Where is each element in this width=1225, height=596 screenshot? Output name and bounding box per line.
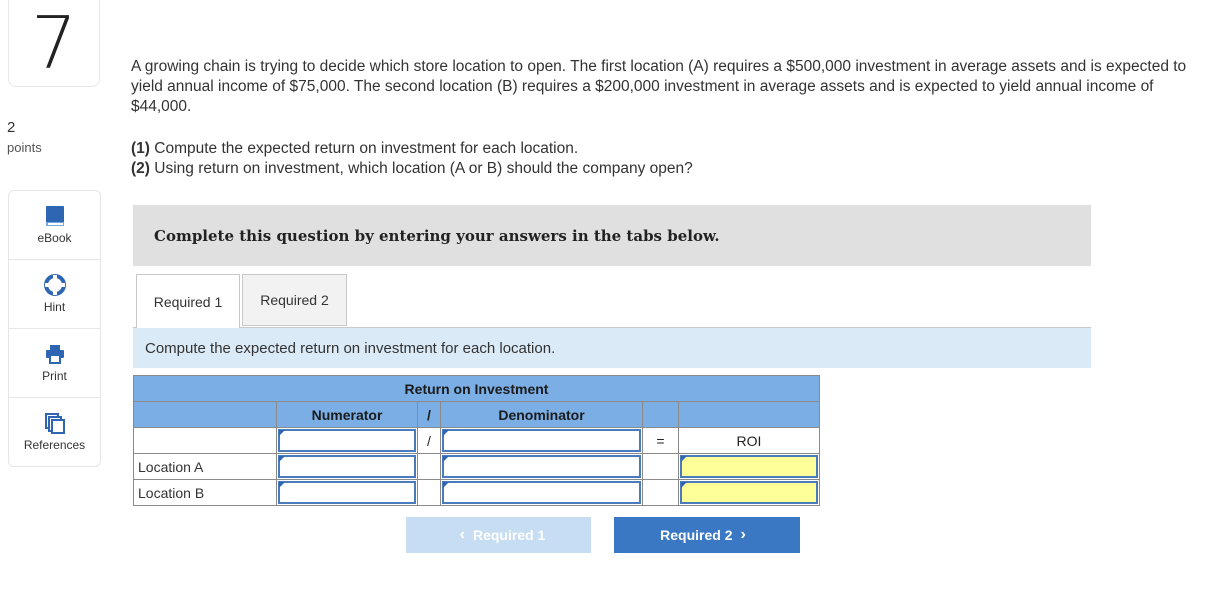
location-b-denominator-input[interactable] — [440, 479, 643, 506]
sub-question-2: (2) Using return on investment, which lo… — [131, 159, 693, 179]
chevron-right-icon: › — [740, 526, 746, 543]
prompt-text: A growing chain is trying to decide whic… — [131, 58, 1187, 115]
numerator-header: Numerator — [276, 401, 418, 428]
location-a-divide-blank — [417, 453, 441, 480]
lifebuoy-icon — [43, 274, 66, 296]
sub-question-2-text: Using return on investment, which locati… — [149, 160, 693, 177]
prev-button-label: Required 1 — [472, 527, 546, 543]
table-row: Location A — [133, 453, 820, 480]
denominator-label-input[interactable] — [440, 427, 643, 454]
next-button-label: Required 2 — [660, 527, 733, 543]
book-icon — [45, 206, 64, 226]
equals-header-blank — [642, 401, 679, 428]
roi-header: ROI — [678, 427, 820, 454]
table-title: Return on Investment — [133, 375, 820, 402]
label-row: / = ROI — [133, 427, 820, 454]
points-value: 2 — [7, 119, 16, 136]
table-title-row: Return on Investment — [133, 375, 820, 402]
tools-sidebar: eBook Hint Print References — [8, 190, 101, 467]
sub-questions: (1) Compute the expected return on inves… — [131, 139, 693, 179]
row-label-location-b: Location B — [133, 479, 277, 506]
equals-symbol: = — [642, 427, 679, 454]
table-row: Location B — [133, 479, 820, 506]
required-instruction-text: Compute the expected return on investmen… — [145, 339, 556, 357]
points-label: points — [7, 140, 42, 155]
numerator-label-input[interactable] — [276, 427, 418, 454]
sub-question-1-text: Compute the expected return on investmen… — [149, 140, 579, 157]
tab-required-1[interactable]: Required 1 — [136, 274, 240, 329]
location-a-denominator-input[interactable] — [440, 453, 643, 480]
references-button[interactable]: References — [9, 398, 100, 466]
sub-question-2-label: (2) — [131, 160, 150, 177]
references-label: References — [23, 438, 86, 452]
location-a-numerator-input[interactable] — [276, 453, 418, 480]
roi-table: Return on Investment Numerator / Denomin… — [133, 375, 820, 506]
denominator-header: Denominator — [440, 401, 643, 428]
result-header-blank — [678, 401, 820, 428]
tab-required-2[interactable]: Required 2 — [242, 274, 347, 326]
divide-header: / — [417, 401, 441, 428]
ebook-label: eBook — [37, 231, 72, 245]
printer-icon — [45, 345, 64, 364]
question-number: 7 — [8, 0, 100, 87]
chevron-left-icon: ‹ — [459, 526, 465, 543]
next-required-button[interactable]: Required 2 › — [614, 517, 800, 553]
ebook-button[interactable]: eBook — [9, 191, 100, 260]
header-blank — [133, 401, 277, 428]
location-b-equals-blank — [642, 479, 679, 506]
sub-question-1: (1) Compute the expected return on inves… — [131, 139, 693, 159]
divide-symbol: / — [417, 427, 441, 454]
label-row-blank — [133, 427, 277, 454]
instructions-text: Complete this question by entering your … — [154, 226, 720, 245]
instructions-banner: Complete this question by entering your … — [133, 205, 1091, 266]
hint-button[interactable]: Hint — [9, 260, 100, 329]
location-b-roi-input[interactable] — [678, 479, 820, 506]
required-instruction-bar: Compute the expected return on investmen… — [133, 328, 1091, 368]
prev-required-button[interactable]: ‹ Required 1 — [406, 517, 591, 553]
sub-question-1-label: (1) — [131, 140, 150, 157]
question-prompt: A growing chain is trying to decide whic… — [131, 57, 1191, 117]
location-b-numerator-input[interactable] — [276, 479, 418, 506]
documents-icon — [44, 413, 65, 434]
row-label-location-a: Location A — [133, 453, 277, 480]
hint-label: Hint — [43, 300, 66, 314]
location-a-equals-blank — [642, 453, 679, 480]
table-header-row: Numerator / Denominator — [133, 401, 820, 428]
location-b-divide-blank — [417, 479, 441, 506]
print-label: Print — [42, 369, 67, 383]
print-button[interactable]: Print — [9, 329, 100, 398]
location-a-roi-input[interactable] — [678, 453, 820, 480]
